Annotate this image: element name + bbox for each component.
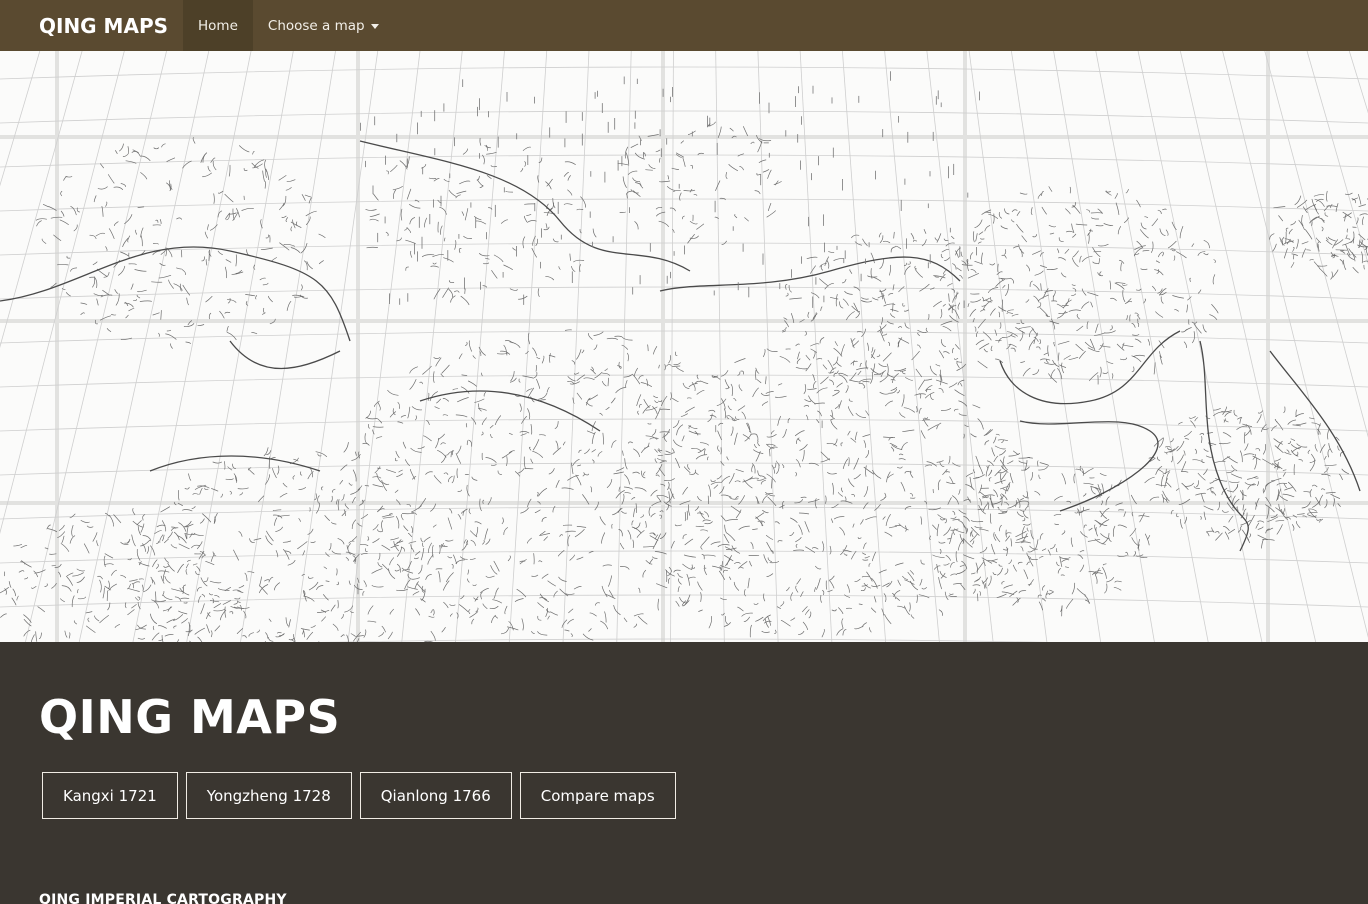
map-button-row: Kangxi 1721 Yongzheng 1728 Qianlong 1766… xyxy=(42,772,676,819)
qianlong-1766-button[interactable]: Qianlong 1766 xyxy=(359,772,512,819)
section-heading: QING IMPERIAL CARTOGRAPHY xyxy=(39,892,287,904)
nav-home-label: Home xyxy=(198,17,238,34)
nav-home[interactable]: Home xyxy=(183,0,253,51)
brand-link[interactable]: QING MAPS xyxy=(0,0,183,51)
nav-choose-map-dropdown[interactable]: Choose a map xyxy=(253,0,394,51)
hero-map-image xyxy=(0,51,1368,642)
top-navbar: QING MAPS Home Choose a map xyxy=(0,0,1368,51)
caret-down-icon xyxy=(370,24,379,29)
intro-section: QING MAPS Kangxi 1721 Yongzheng 1728 Qia… xyxy=(0,642,1368,904)
compare-maps-button[interactable]: Compare maps xyxy=(519,772,676,819)
nav-choose-map-label: Choose a map xyxy=(267,17,365,34)
kangxi-1721-button[interactable]: Kangxi 1721 xyxy=(42,772,178,819)
map-drawing xyxy=(0,51,1368,642)
yongzheng-1728-button[interactable]: Yongzheng 1728 xyxy=(185,772,352,819)
page-title: QING MAPS xyxy=(39,690,341,744)
